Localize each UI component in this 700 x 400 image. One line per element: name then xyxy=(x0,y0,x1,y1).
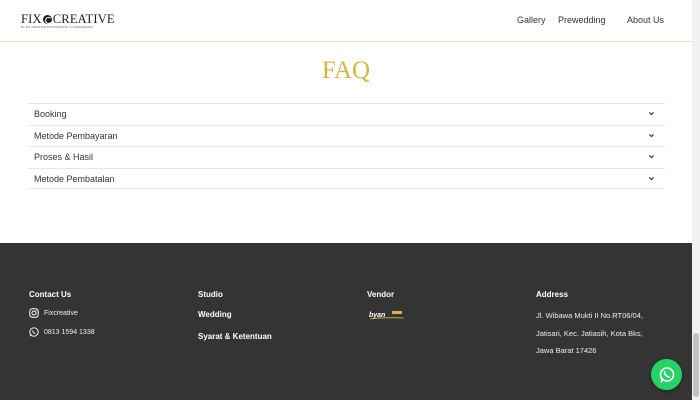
instagram-handle: Fixcreative xyxy=(44,309,78,317)
studio-heading: Studio xyxy=(198,290,223,299)
faq-item-booking[interactable]: Booking xyxy=(28,103,665,125)
site-header: FIX CREATIVE BY FIX CREATIVE PHOTOGRAPHY … xyxy=(0,0,692,42)
nav-prewedding[interactable]: Prewedding xyxy=(558,15,606,25)
faq-item-label: Proses & Hasil xyxy=(34,152,94,162)
chevron-down-icon xyxy=(649,112,654,116)
vendor-logo[interactable]: byan xyxy=(368,309,406,321)
address-line: Jawa Barat 17426 xyxy=(536,346,597,355)
instagram-icon xyxy=(29,308,39,318)
logo-mark-icon xyxy=(42,15,52,24)
whatsapp-icon xyxy=(29,327,39,337)
faq-accordion: Booking Metode Pembayaran Proses & Hasil… xyxy=(28,103,665,189)
logo-text-right: CREATIVE xyxy=(52,12,115,26)
faq-item-proses-hasil[interactable]: Proses & Hasil xyxy=(28,146,665,168)
studio-link-terms[interactable]: Syarat & Ketentuan xyxy=(198,332,272,341)
faq-item-metode-pembayaran[interactable]: Metode Pembayaran xyxy=(28,124,665,147)
instagram-link[interactable]: Fixcreative xyxy=(29,308,78,318)
whatsapp-icon xyxy=(659,366,674,383)
faq-item-label: Metode Pembatalan xyxy=(34,173,115,184)
logo[interactable]: FIX CREATIVE BY FIX CREATIVE PHOTOGRAPHY … xyxy=(21,12,115,32)
address-line: Jatisari, Kec. Jatiasih, Kota Bks, xyxy=(536,329,643,338)
vendor-heading: Vendor xyxy=(367,290,395,299)
logo-tagline: BY FIX CREATIVE PHOTOGRAPHY & VIDEOGRAPH… xyxy=(21,26,94,29)
nav-gallery[interactable]: Gallery xyxy=(517,15,546,25)
site-footer: Contact Us Fixcreative 0813 1594 1338 St… xyxy=(0,243,692,400)
faq-item-label: Metode Pembayaran xyxy=(34,130,118,141)
phone-number: 0813 1594 1338 xyxy=(44,328,95,336)
logo-text-left: FIX xyxy=(21,12,42,26)
phone-link[interactable]: 0813 1594 1338 xyxy=(29,327,95,337)
nav-about-us[interactable]: About Us xyxy=(627,15,664,25)
scrollbar-thumb[interactable] xyxy=(693,333,699,397)
studio-link-wedding[interactable]: Wedding xyxy=(198,310,232,319)
whatsapp-chat-button[interactable] xyxy=(651,359,682,390)
faq-title: FAQ xyxy=(321,57,371,84)
faq-item-label: Booking xyxy=(34,109,67,119)
chevron-down-icon xyxy=(649,155,654,159)
contact-heading: Contact Us xyxy=(29,290,72,299)
chevron-down-icon xyxy=(649,133,654,137)
chevron-down-icon xyxy=(649,176,654,180)
faq-item-metode-pembatalan[interactable]: Metode Pembatalan xyxy=(28,167,665,189)
address-heading: Address xyxy=(536,290,569,299)
page-scrollbar[interactable] xyxy=(692,0,700,400)
address-line: Jl. Wibawa Mukti II No.RT06/04, xyxy=(536,311,643,320)
